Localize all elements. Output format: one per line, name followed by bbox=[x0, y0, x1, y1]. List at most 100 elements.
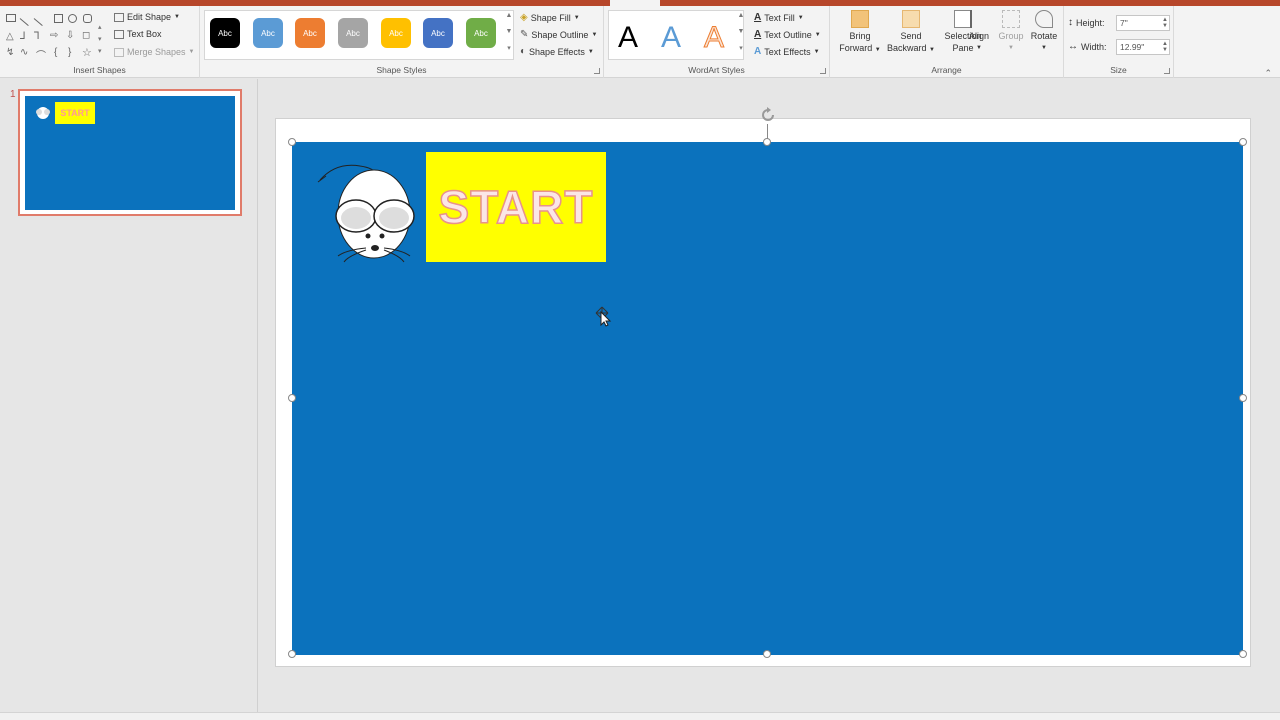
chevron-down-icon: ▼ bbox=[1041, 45, 1047, 51]
wordart-scroll-up[interactable]: ▲ bbox=[736, 12, 746, 26]
shape-style-swatch-5[interactable]: Abc bbox=[381, 18, 411, 48]
slide-thumbnail-pane: 1 START bbox=[0, 79, 258, 712]
height-spinner-icon[interactable]: ▲ ▼ bbox=[1162, 17, 1168, 29]
send-backward-label-2-text: Backward bbox=[887, 43, 927, 53]
text-box-button[interactable]: Text Box bbox=[114, 29, 162, 39]
wordart-more[interactable]: ▾ bbox=[736, 44, 746, 58]
curved-connector-shape-icon[interactable]: ⅂ bbox=[34, 31, 40, 42]
down-arrow-shape-icon[interactable]: ⇩ bbox=[66, 30, 74, 41]
text-effects-button[interactable]: A Text Effects ▼ bbox=[754, 46, 820, 57]
group-button[interactable]: Group ▼ bbox=[996, 10, 1026, 54]
bring-forward-icon bbox=[851, 10, 869, 28]
height-row: ↕ Height: bbox=[1068, 17, 1105, 28]
size-launcher-icon[interactable] bbox=[1164, 68, 1170, 74]
chevron-down-icon: ▼ bbox=[1008, 45, 1014, 51]
align-button[interactable]: Align ▼ bbox=[966, 10, 992, 54]
rotate-handle-icon[interactable] bbox=[759, 106, 777, 124]
freeform-shape-icon[interactable]: ↯ bbox=[6, 47, 14, 58]
oval-shape-icon[interactable] bbox=[68, 14, 77, 23]
wordart-launcher-icon[interactable] bbox=[820, 68, 826, 74]
slide-thumbnail[interactable]: START bbox=[18, 89, 242, 216]
text-box-icon bbox=[114, 29, 124, 39]
star-shape-icon[interactable]: ☆ bbox=[82, 46, 92, 59]
edit-shape-label: Edit Shape bbox=[127, 12, 172, 22]
line-shape-icon[interactable] bbox=[19, 18, 29, 26]
shape-styles-more[interactable]: ▾ bbox=[504, 44, 514, 58]
bring-forward-button[interactable]: Bring Forward ▼ bbox=[838, 10, 882, 56]
rotate-label: Rotate bbox=[1030, 31, 1058, 41]
mouse-illustration[interactable] bbox=[316, 158, 416, 264]
shape-gallery[interactable]: △ ⅃ ⅂ ⇨ ⇩ ◻ ↯ ∿ ⌒ { } ☆ ▴ ▾ ▾ bbox=[6, 12, 106, 62]
right-arrow-shape-icon[interactable]: ⇨ bbox=[50, 30, 58, 41]
text-fill-button[interactable]: A Text Fill ▼ bbox=[754, 12, 804, 23]
edit-shape-button[interactable]: Edit Shape ▼ bbox=[114, 12, 180, 22]
shape-styles-scroll-up[interactable]: ▲ bbox=[504, 12, 514, 26]
resize-handle-bottom-left[interactable] bbox=[288, 650, 296, 658]
resize-handle-left[interactable] bbox=[288, 394, 296, 402]
textbox-shape-icon[interactable] bbox=[6, 14, 16, 22]
text-outline-icon: A bbox=[754, 29, 762, 40]
elbow-connector-shape-icon[interactable]: ⅃ bbox=[20, 31, 26, 42]
thumbnail-slide-background: START bbox=[25, 96, 235, 210]
text-outline-label: Text Outline bbox=[764, 29, 812, 40]
arrow-line-shape-icon[interactable] bbox=[33, 18, 43, 26]
bring-forward-label-2-text: Forward bbox=[839, 43, 873, 53]
resize-handle-top-right[interactable] bbox=[1239, 138, 1247, 146]
height-icon: ↕ bbox=[1068, 17, 1073, 28]
shape-fill-button[interactable]: ◈ Shape Fill ▼ bbox=[520, 12, 580, 23]
merge-shapes-icon bbox=[114, 47, 124, 57]
callout-shape-icon[interactable]: ◻ bbox=[82, 30, 90, 41]
arc-shape-icon[interactable]: ⌒ bbox=[36, 47, 46, 62]
wordart-sample-black[interactable]: A bbox=[610, 18, 646, 58]
rotate-button[interactable]: Rotate ▼ bbox=[1028, 10, 1060, 54]
chevron-down-icon: ▼ bbox=[587, 48, 594, 55]
rounded-rectangle-shape-icon[interactable] bbox=[83, 14, 92, 23]
wordart-scroll-down[interactable]: ▼ bbox=[736, 28, 746, 42]
slide-number: 1 bbox=[10, 89, 16, 100]
shape-style-swatch-2[interactable]: Abc bbox=[253, 18, 283, 48]
shape-outline-label: Shape Outline bbox=[531, 29, 589, 40]
triangle-shape-icon[interactable]: △ bbox=[6, 31, 14, 42]
shape-outline-button[interactable]: ✎ Shape Outline ▼ bbox=[520, 29, 597, 40]
brace-right-shape-icon[interactable]: } bbox=[68, 47, 71, 58]
resize-handle-right[interactable] bbox=[1239, 394, 1247, 402]
chevron-down-icon: ▼ bbox=[573, 14, 580, 21]
rectangle-shape-icon[interactable] bbox=[54, 14, 63, 23]
shape-style-swatch-1[interactable]: Abc bbox=[210, 18, 240, 48]
shape-style-swatch-3[interactable]: Abc bbox=[295, 18, 325, 48]
shape-style-swatch-6[interactable]: Abc bbox=[423, 18, 453, 48]
resize-handle-bottom-right[interactable] bbox=[1239, 650, 1247, 658]
bring-forward-label-2: Forward ▼ bbox=[838, 42, 882, 56]
curve-shape-icon[interactable]: ∿ bbox=[20, 47, 28, 58]
size-group-label: Size bbox=[1110, 65, 1127, 75]
wordart-sample-blue[interactable]: A bbox=[653, 18, 689, 58]
shape-gallery-more-icon[interactable]: ▴ ▾ ▾ bbox=[98, 22, 102, 58]
resize-handle-bottom[interactable] bbox=[763, 650, 771, 658]
text-outline-button[interactable]: A Text Outline ▼ bbox=[754, 29, 821, 40]
resize-handle-top[interactable] bbox=[763, 138, 771, 146]
shape-style-swatch-7[interactable]: Abc bbox=[466, 18, 496, 48]
text-fill-icon: A bbox=[754, 12, 762, 23]
resize-handle-top-left[interactable] bbox=[288, 138, 296, 146]
group-icon bbox=[1002, 10, 1020, 28]
pen-icon: ✎ bbox=[520, 29, 529, 40]
insert-shapes-group: △ ⅃ ⅂ ⇨ ⇩ ◻ ↯ ∿ ⌒ { } ☆ ▴ ▾ ▾ Edit Shape ▼… bbox=[0, 6, 200, 78]
edit-shape-icon bbox=[114, 12, 124, 22]
thumbnail-start-label: START bbox=[55, 102, 95, 124]
collapse-ribbon-icon[interactable]: ⌃ bbox=[1264, 68, 1272, 79]
chevron-down-icon: ▼ bbox=[797, 14, 804, 21]
merge-shapes-button[interactable]: Merge Shapes ▼ bbox=[114, 47, 195, 57]
wordart-sample-orange[interactable]: A bbox=[696, 18, 732, 58]
start-button-shape[interactable]: START bbox=[426, 152, 606, 262]
merge-shapes-label: Merge Shapes bbox=[127, 47, 186, 57]
width-spinner-icon[interactable]: ▲ ▼ bbox=[1162, 41, 1168, 53]
start-label: START bbox=[438, 180, 594, 234]
shape-effects-button[interactable]: ◐ Shape Effects ▼ bbox=[520, 46, 594, 57]
shape-styles-scroll-down[interactable]: ▼ bbox=[504, 28, 514, 42]
send-backward-button[interactable]: Send Backward ▼ bbox=[886, 10, 936, 56]
send-backward-label-2: Backward ▼ bbox=[886, 42, 936, 56]
shape-style-swatch-4[interactable]: Abc bbox=[338, 18, 368, 48]
shape-styles-launcher-icon[interactable] bbox=[594, 68, 600, 74]
chevron-down-icon: ▼ bbox=[814, 31, 821, 38]
brace-left-shape-icon[interactable]: { bbox=[54, 47, 57, 58]
